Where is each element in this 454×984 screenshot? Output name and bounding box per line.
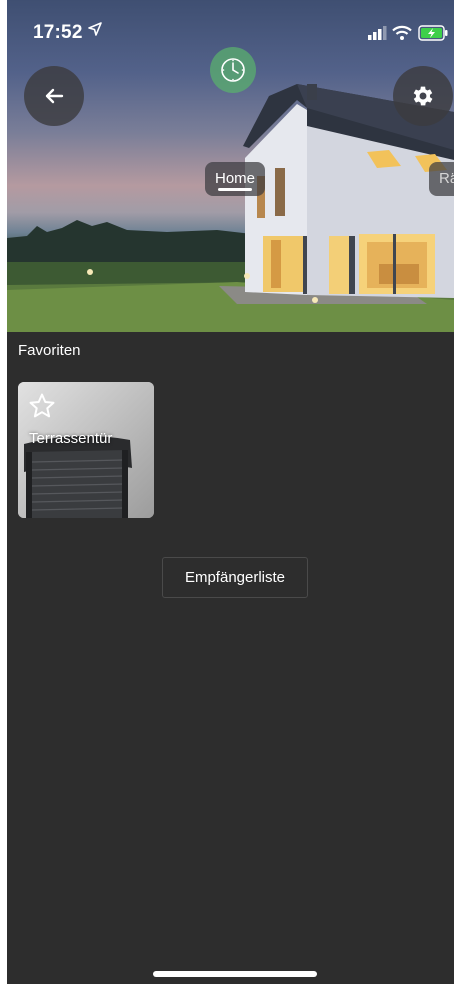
location-arrow-icon xyxy=(88,22,102,40)
tab-rooms[interactable]: Räume xyxy=(429,162,454,196)
arrow-left-icon xyxy=(45,88,64,104)
favorites-title: Favoriten xyxy=(18,342,81,359)
clock-icon xyxy=(221,58,245,82)
status-icons xyxy=(368,22,448,44)
status-time: 17:52 xyxy=(33,22,83,43)
tab-active-indicator xyxy=(218,188,252,191)
favorite-label: Terrassentür xyxy=(29,430,113,447)
tab-rooms-label: Räume xyxy=(439,170,454,187)
cellular-signal-icon xyxy=(368,26,387,40)
tab-home[interactable]: Home xyxy=(205,162,265,196)
battery-charging-icon xyxy=(418,25,448,41)
receiver-list-button[interactable]: Empfängerliste xyxy=(162,557,308,598)
home-hero-image: 17:52 Home R xyxy=(7,0,454,332)
tab-home-label: Home xyxy=(214,170,255,187)
home-indicator[interactable] xyxy=(153,971,317,977)
timer-button[interactable] xyxy=(210,47,256,93)
app-screen: 17:52 Home R Favoriten Terrassentür Empf… xyxy=(7,0,454,984)
back-button[interactable] xyxy=(24,66,84,126)
favorite-tile[interactable]: Terrassentür xyxy=(18,382,154,518)
wifi-icon xyxy=(392,25,412,40)
gear-icon xyxy=(413,86,433,106)
star-outline-icon xyxy=(29,393,55,418)
settings-button[interactable] xyxy=(393,66,453,126)
